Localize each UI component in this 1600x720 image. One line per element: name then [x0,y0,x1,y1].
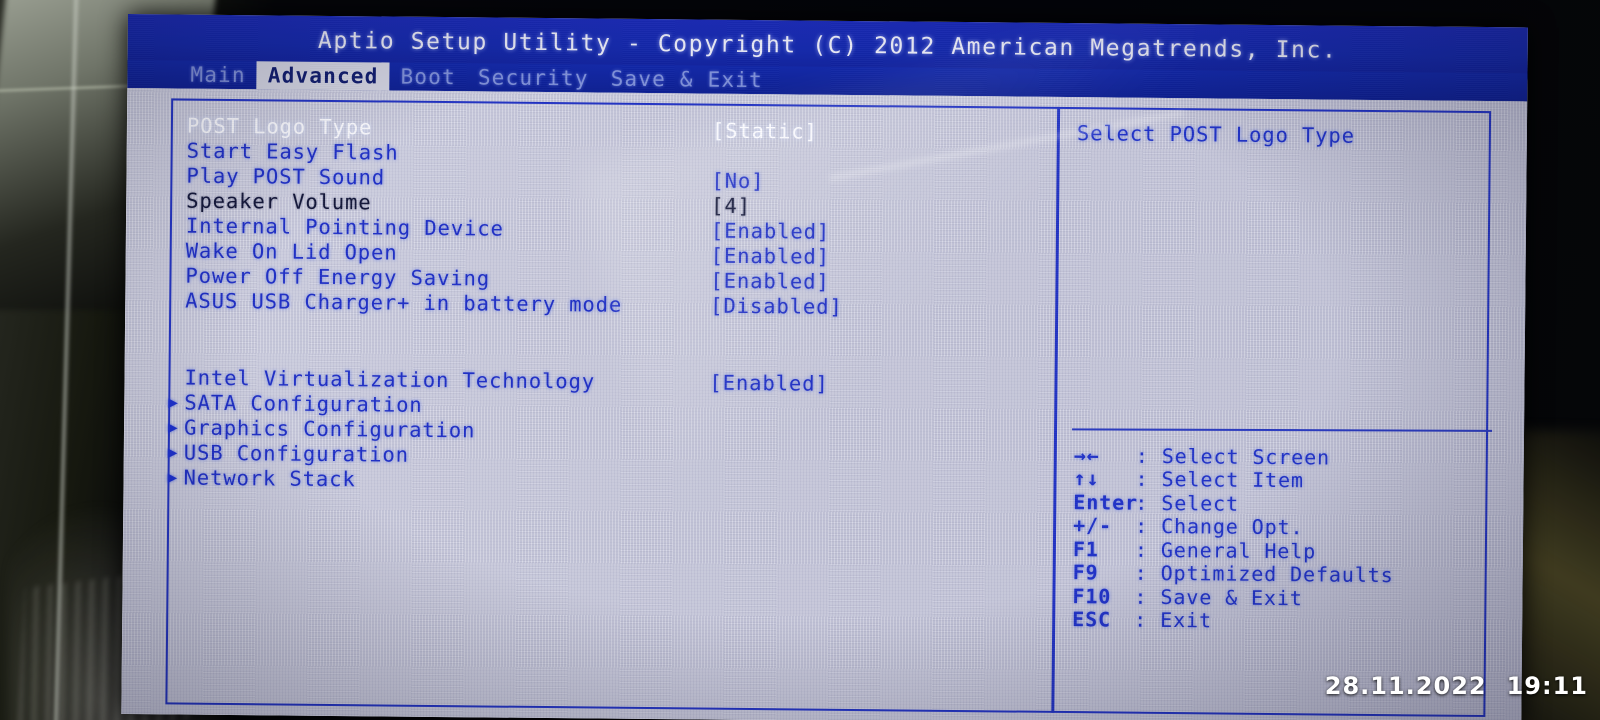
bios-body: POST Logo Type [Static] Start Easy Flash Pl… [121,87,1528,720]
tab-security[interactable]: Security [467,63,600,92]
legend-key: F9 [1072,560,1099,585]
setting-value[interactable]: [Enabled] [709,370,828,395]
legend-description: Select Screen [1161,443,1331,470]
setting-value[interactable]: [4] [711,193,751,217]
legend-description: Optimized Defaults [1160,561,1394,588]
legend-row: ESC: Exit [1072,607,1492,636]
legend-key: +/- [1073,513,1113,538]
timestamp-date: 28.11.2022 [1324,672,1487,700]
laptop-lcd-panel: Aptio Setup Utility - Copyright (C) 2012… [121,14,1528,720]
timestamp-time: 19:11 [1506,672,1588,700]
setting-value[interactable]: [Static] [712,118,818,143]
submenu-triangle-icon: ▶ [168,391,179,412]
setting-value[interactable]: [Enabled] [711,218,830,243]
camera-timestamp: 28.11.2022 19:11 [1325,672,1588,700]
legend-description: Select [1161,490,1240,516]
setting-value[interactable]: [Enabled] [711,243,830,268]
help-panel: Select POST Logo Type [1077,121,1477,149]
tab-main[interactable]: Main [179,60,257,89]
legend-description: Select Item [1161,467,1305,493]
legend-colon: : [1134,537,1148,562]
legend-colon: : [1135,490,1149,515]
legend-key: Enter [1073,489,1139,515]
legend-description: General Help [1160,537,1317,564]
legend-description: Save & Exit [1160,584,1303,611]
legend-colon: : [1134,584,1148,609]
legend-key: ESC [1072,607,1112,632]
help-description: Select POST Logo Type [1076,121,1356,148]
tab-boot[interactable]: Boot [389,63,467,92]
photo-of-laptop-screen: Aptio Setup Utility - Copyright (C) 2012… [0,0,1600,720]
legend-colon: : [1134,560,1148,586]
legend-colon: : [1135,513,1149,539]
legend-description: Exit [1160,608,1213,633]
legend-key: ↑↓ [1073,466,1100,491]
settings-group-spacer [185,313,1045,373]
bios-screen: Aptio Setup Utility - Copyright (C) 2012… [121,14,1528,720]
legend-key: F10 [1072,583,1112,609]
submenu-triangle-icon: ▶ [167,416,179,437]
legend-colon: : [1135,466,1149,492]
key-legend: →←: Select Screen ↑↓: Select Item Enter: Sele… [1072,443,1494,635]
setting-value[interactable]: [No] [711,168,764,193]
legend-colon: : [1134,607,1148,633]
legend-colon: : [1135,443,1149,468]
legend-key: F1 [1072,536,1099,562]
submenu-triangle-icon: ▶ [167,441,179,462]
page-title: Aptio Setup Utility - Copyright (C) 2012… [317,27,1338,64]
setting-value[interactable]: [Enabled] [710,268,829,293]
settings-list[interactable]: POST Logo Type [Static] Start Easy Flash Pl… [167,113,1047,498]
setting-label: Network Stack [183,465,356,491]
tab-save-exit[interactable]: Save & Exit [600,65,775,95]
submenu-triangle-icon: ▶ [167,466,179,487]
legend-description: Change Opt. [1161,514,1304,540]
setting-label: ASUS USB Charger+ in battery mode [185,288,623,317]
setting-value[interactable]: [Disabled] [710,293,843,318]
tab-advanced[interactable]: Advanced [256,61,390,91]
legend-key: →← [1073,442,1100,468]
